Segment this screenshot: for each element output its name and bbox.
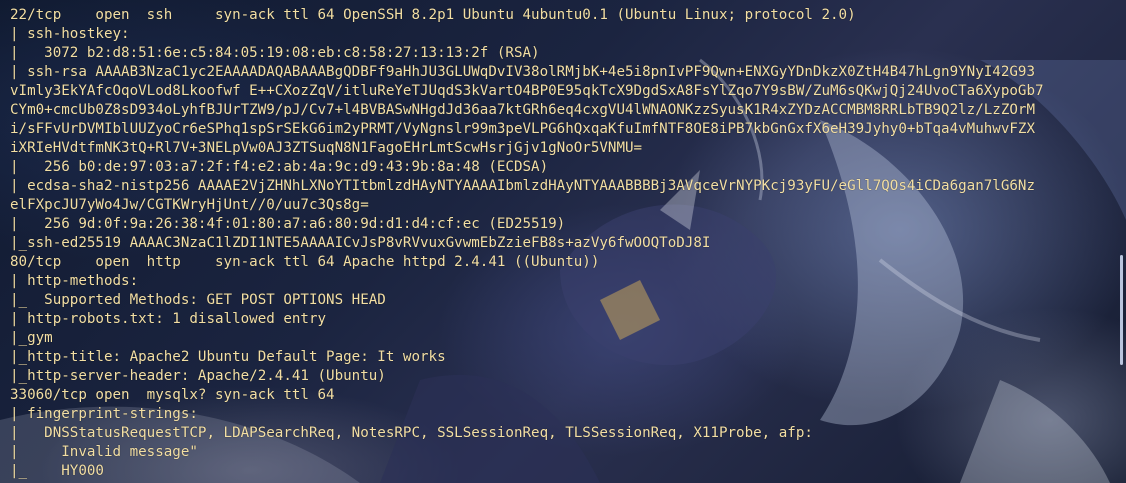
scrollbar-thumb[interactable] [1120,255,1123,365]
output-line: | 256 9d:0f:9a:26:38:4f:01:80:a7:a6:80:9… [10,216,566,232]
output-line: | 3072 b2:d8:51:6e:c5:84:05:19:08:eb:c8:… [10,45,540,61]
output-line: CYm0+cmcUb0Z8sD934oLyhfBJUrTZW9/pJ/Cv7+l… [10,102,1035,118]
output-line: 33060/tcp open mysqlx? syn-ack ttl 64 [10,387,335,403]
output-line: | fingerprint-strings: [10,406,198,422]
terminal-output: 22/tcp open ssh syn-ack ttl 64 OpenSSH 8… [10,6,1110,481]
output-line: |_ HY000 [10,463,104,479]
output-line: | 256 b0:de:97:03:a7:2f:f4:e2:ab:4a:9c:d… [10,159,549,175]
output-line: i/sFFvUrDVMIblUUZyoCr6eSPhq1spSrSEkG6im2… [10,121,1035,137]
output-line: |_ssh-ed25519 AAAAC3NzaC1lZDI1NTE5AAAAIC… [10,235,711,251]
output-line: |_ Supported Methods: GET POST OPTIONS H… [10,292,386,308]
output-line: 22/tcp open ssh syn-ack ttl 64 OpenSSH 8… [10,7,856,23]
output-line: | ecdsa-sha2-nistp256 AAAAE2VjZHNhLXNoYT… [10,178,1035,194]
output-line: vImly3EkYAfcOqoVLod8Lkoofwf E++CXozZqV/i… [10,83,1044,99]
terminal-window[interactable]: 22/tcp open ssh syn-ack ttl 64 OpenSSH 8… [0,0,1126,483]
output-line: 80/tcp open http syn-ack ttl 64 Apache h… [10,254,600,270]
output-line: |_http-server-header: Apache/2.4.41 (Ubu… [10,368,386,384]
output-line: iXRIeHVdtfmNK3tQ+Rl7V+3NELpVw0AJ3ZTSuqN8… [10,140,643,156]
output-line: | Invalid message" [10,444,198,460]
output-line: | http-robots.txt: 1 disallowed entry [10,311,327,327]
output-line: | ssh-hostkey: [10,26,130,42]
output-line: | http-methods: [10,273,139,289]
output-line: | DNSStatusRequestTCP, LDAPSearchReq, No… [10,425,813,441]
output-line: elFXpcJU7yWo4Jw/CGTKWryHjUnt//0/uu7c3Qs8… [10,197,369,213]
output-line: | ssh-rsa AAAAB3NzaC1yc2EAAAADAQABAAABgQ… [10,64,1035,80]
output-line: |_http-title: Apache2 Ubuntu Default Pag… [10,349,446,365]
output-line: |_gym [10,330,53,346]
